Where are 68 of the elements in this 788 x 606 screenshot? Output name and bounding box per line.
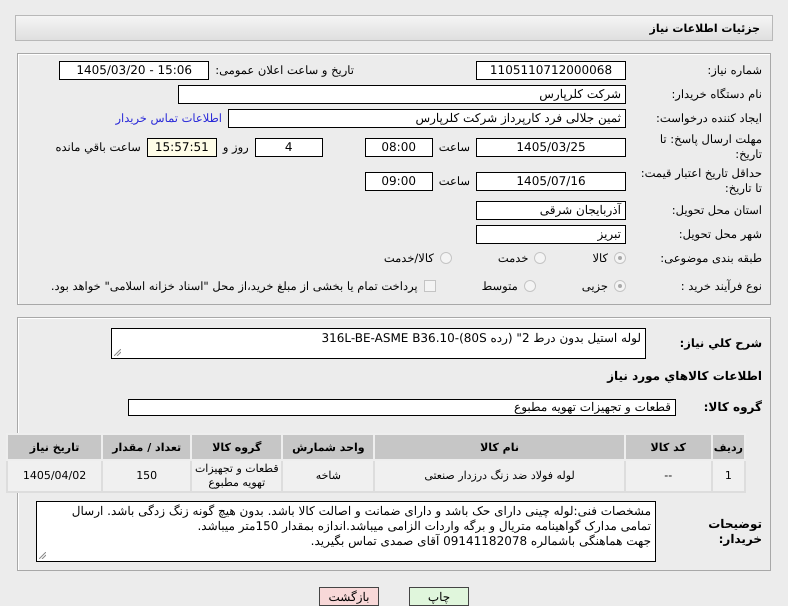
print-button[interactable]: چاپ	[409, 587, 469, 606]
field-label: نوع فرآیند خرید :	[680, 278, 762, 294]
resize-grip-icon[interactable]	[114, 349, 121, 356]
radio-label: کالا/خدمت	[384, 251, 434, 265]
radio-button[interactable]	[614, 280, 626, 292]
buyer-contact-link[interactable]: اطلاعات تماس خریدار	[115, 111, 222, 125]
field-label: طبقه بندی موضوعی:	[659, 250, 762, 266]
province-field[interactable]: آذربایجان شرقی	[476, 200, 626, 220]
goods-group-field[interactable]: قطعات و تجهیزات تهویه مطبوع	[128, 398, 676, 416]
time-label: ساعت	[438, 174, 470, 188]
table-cell: --	[624, 460, 712, 492]
description-field[interactable]: لوله استیل بدون درط 2" (رده 80S)-316L-BE-ASME B36.10	[111, 328, 646, 359]
column-header: ردیف	[712, 434, 745, 460]
field-label: شرح کلي نیاز:	[678, 336, 762, 351]
buyer-notes-field[interactable]	[36, 501, 656, 562]
field-label: شماره نیاز:	[706, 62, 762, 78]
table-cell: شاخه	[282, 460, 374, 492]
requester-field[interactable]: ثمین جلالی فرد کارپرداز شرکت کلرپارس	[228, 108, 626, 128]
section-title: اطلاعات کالاهاي مورد نیاز	[606, 368, 762, 385]
remaining-label: ساعت باقي مانده	[56, 140, 141, 154]
need-number-field[interactable]: 1105110712000068	[476, 60, 626, 80]
radio-button[interactable]	[534, 252, 546, 264]
back-button[interactable]: بازگشت	[319, 587, 379, 606]
table-cell: 150	[102, 460, 192, 492]
checkbox[interactable]	[424, 280, 436, 292]
description-text: لوله استیل بدون درط 2" (رده 80S)-316L-BE-ASME B36.10	[321, 331, 641, 345]
column-header: تعداد / مقدار	[102, 434, 192, 460]
reply-date-field[interactable]: 1405/03/25	[476, 138, 626, 156]
reply-time-field[interactable]: 08:00	[364, 138, 433, 156]
table-cell: 1405/04/02	[7, 460, 102, 492]
column-header: تاریخ نیاز	[7, 434, 102, 460]
resize-grip-icon[interactable]	[39, 552, 46, 559]
field-label: شهر محل تحویل:	[678, 226, 762, 242]
radio-label: متوسط	[482, 279, 518, 293]
field-label: تاریخ و ساعت اعلان عمومی:	[215, 63, 354, 77]
time-label: ساعت	[438, 140, 470, 154]
radio-button[interactable]	[614, 252, 626, 264]
field-label: حداقل تاریخ اعتبار قیمت: تا تاریخ:	[640, 166, 762, 196]
table-cell: قطعات و تجهیزات تهویه مطبوع	[191, 460, 282, 492]
column-header: واحد شمارش	[282, 434, 374, 460]
days-label: روز و	[222, 140, 249, 154]
radio-button[interactable]	[440, 252, 452, 264]
announce-date-field[interactable]: 1405/03/20 - 15:06	[59, 60, 210, 80]
table-cell: 1	[712, 460, 745, 492]
field-label: توضیحات خریدار:	[707, 516, 762, 546]
radio-label: جزیی	[582, 279, 608, 293]
field-label: ایجاد کننده درخواست:	[655, 110, 762, 126]
field-label: استان محل تحویل:	[670, 202, 762, 218]
validity-date-field[interactable]: 1405/07/16	[476, 172, 626, 190]
days-field[interactable]: 4	[254, 138, 323, 156]
remaining-time-field[interactable]: 15:57:51	[146, 138, 217, 156]
field-label: مهلت ارسال پاسخ: تا تاریخ:	[658, 132, 762, 162]
buyer-org-field[interactable]: شرکت کلرپارس	[178, 84, 626, 104]
radio-label: خدمت	[498, 251, 528, 265]
field-label: گروه کالا:	[702, 400, 762, 414]
radio-label: کالا	[592, 251, 608, 265]
column-header: کد کالا	[624, 434, 712, 460]
column-header: نام کالا	[374, 434, 625, 460]
radio-button[interactable]	[524, 280, 536, 292]
notes-paragraph: مشخصات فنی:لوله چینی دارای حک باشد و دارای ضمانت و اصالت کالا باشد. بدون هیچ گونه زنگ زدگی باشد. ارسال تمامی مدارک گواهینامه متریال و برگه واردات الزامی میباشد.اندازه بمقدار 150متر میباشد.	[70, 504, 651, 534]
city-field[interactable]: تبریز	[476, 224, 626, 244]
table-cell: لوله فولاد ضد زنگ درزدار صنعتی	[374, 460, 625, 492]
notes-paragraph: جهت هماهنگی باشمالره 09141182078 آقای صمدی تماس بگیرید.	[310, 534, 651, 549]
checkbox-label: پرداخت تمام یا بخشی از مبلغ خرید،از محل "اسناد خزانه اسلامی" خواهد بود.	[50, 279, 418, 293]
validity-time-field[interactable]: 09:00	[364, 172, 433, 190]
column-header: گروه کالا	[191, 434, 282, 460]
field-label: نام دستگاه خریدار:	[670, 86, 762, 102]
page-title: جزئیات اطلاعات نیاز	[15, 15, 773, 41]
